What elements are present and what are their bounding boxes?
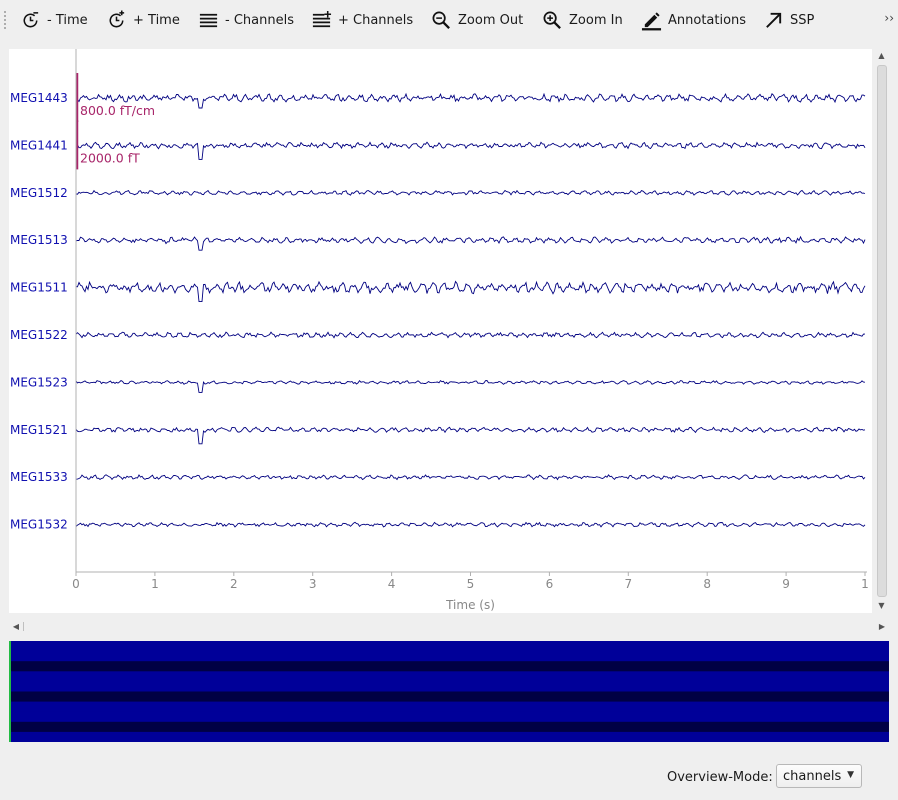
- channel-trace: [75, 521, 866, 528]
- overview-bar[interactable]: [9, 641, 889, 742]
- channels-plus-button[interactable]: + Channels: [311, 7, 413, 33]
- lines-minus-icon: [199, 13, 218, 27]
- toolbar: - Time + Time - Channels + Channels Zoom…: [0, 0, 898, 40]
- browse-plot[interactable]: MEG1443 MEG1441 MEG1512 MEG1513 MEG1511 MEG15…: [9, 49, 872, 613]
- overview-channel-band: [9, 641, 889, 652]
- x-tick-label: 7: [624, 577, 632, 591]
- zoom-in-icon: [543, 11, 561, 29]
- channel-label[interactable]: MEG1443: [10, 91, 68, 105]
- scalebar-layer: 800.0 fT/cm 2000.0 fT: [75, 73, 155, 170]
- zoom-out-icon: [432, 11, 450, 29]
- channel-label[interactable]: MEG1512: [10, 186, 68, 200]
- x-tick-label: 3: [309, 577, 317, 591]
- overview-mode-label: Overview-Mode:: [667, 770, 773, 785]
- zoom-in-button[interactable]: Zoom In: [542, 7, 623, 33]
- channel-label-layer: MEG1443 MEG1441 MEG1512 MEG1513 MEG1511 MEG15…: [10, 91, 68, 532]
- channel-trace: [75, 426, 866, 445]
- x-tick-label: 2: [230, 577, 238, 591]
- zoom-in-label: Zoom In: [569, 12, 623, 28]
- x-tick-label: 4: [388, 577, 396, 591]
- channels-plus-label: + Channels: [338, 12, 414, 28]
- vertical-scroll-handle[interactable]: [877, 65, 887, 597]
- overview-channel-band: [9, 661, 889, 672]
- x-tick-label: 9: [782, 577, 790, 591]
- channel-label[interactable]: MEG1521: [10, 423, 68, 437]
- overview-mode-select[interactable]: channels ▼: [776, 764, 862, 788]
- overview-channel-band: [9, 671, 889, 682]
- time-plus-label: + Time: [133, 12, 180, 28]
- channel-trace: [75, 474, 866, 481]
- channel-label[interactable]: MEG1532: [10, 518, 68, 532]
- browse-plot-canvas[interactable]: MEG1443 MEG1441 MEG1512 MEG1513 MEG1511 MEG15…: [9, 49, 872, 613]
- time-plus-button[interactable]: + Time: [106, 7, 180, 33]
- channel-trace: [75, 331, 865, 339]
- arrow-up-right-icon: [766, 12, 782, 28]
- annotations-button[interactable]: Annotations: [641, 7, 746, 33]
- trace-layer: [75, 92, 866, 528]
- x-tick-label: 8: [703, 577, 711, 591]
- ssp-button[interactable]: SSP: [763, 7, 814, 33]
- scroll-left-arrow[interactable]: ◀: [9, 620, 23, 634]
- overview-channel-band: [9, 691, 889, 703]
- channel-trace: [75, 379, 866, 393]
- lines-plus-icon: [312, 10, 332, 27]
- overview-bands: [9, 641, 889, 742]
- channel-label[interactable]: MEG1522: [10, 328, 68, 342]
- vertical-scrollbar[interactable]: ▲ ▼: [874, 49, 889, 614]
- overview-channel-band: [9, 731, 889, 742]
- x-tick-label: 6: [546, 577, 554, 591]
- channel-label[interactable]: MEG1511: [10, 281, 68, 295]
- horizontal-scroll-handle[interactable]: [23, 622, 874, 631]
- overview-channel-band: [9, 701, 889, 713]
- channel-label[interactable]: MEG1441: [10, 138, 68, 152]
- x-tick-label: 0: [72, 577, 80, 591]
- channel-trace: [75, 141, 866, 160]
- horizontal-scrollbar[interactable]: ◀ ▶: [9, 620, 889, 634]
- channel-trace: [75, 92, 866, 109]
- zoom-out-button[interactable]: Zoom Out: [431, 7, 523, 33]
- channels-minus-label: - Channels: [225, 12, 294, 28]
- overview-viewport-marker[interactable]: [9, 641, 11, 742]
- zoom-out-label: Zoom Out: [458, 12, 524, 28]
- toolbar-grip[interactable]: [3, 10, 7, 30]
- channels-minus-button[interactable]: - Channels: [198, 7, 294, 33]
- x-tick-label: 1: [861, 577, 869, 591]
- x-axis-label: Time (s): [445, 598, 495, 612]
- x-tick-label: 1: [151, 577, 159, 591]
- ssp-label: SSP: [790, 12, 815, 28]
- clock-minus-icon: [23, 11, 39, 27]
- channel-label[interactable]: MEG1523: [10, 375, 68, 389]
- time-minus-button[interactable]: - Time: [20, 7, 88, 33]
- scalebar-label: 2000.0 fT: [80, 150, 140, 165]
- scalebar-label: 800.0 fT/cm: [80, 103, 155, 118]
- scroll-down-arrow[interactable]: ▼: [874, 599, 889, 613]
- clock-plus-icon: [109, 9, 125, 27]
- channel-trace: [75, 189, 866, 196]
- channel-label[interactable]: MEG1533: [10, 470, 68, 484]
- overview-channel-band: [9, 681, 889, 692]
- overview-mode-value: channels: [783, 768, 842, 784]
- overview-channel-band: [9, 721, 889, 733]
- toolbar-overflow-button[interactable]: ››: [884, 11, 894, 25]
- annotations-label: Annotations: [668, 12, 747, 28]
- overview-channel-band: [9, 711, 889, 723]
- time-minus-label: - Time: [47, 12, 88, 28]
- overview-channel-band: [9, 651, 889, 662]
- scroll-right-arrow[interactable]: ▶: [875, 620, 889, 634]
- channel-trace: [75, 280, 866, 303]
- x-tick-label: 5: [467, 577, 475, 591]
- channel-label[interactable]: MEG1513: [10, 233, 68, 247]
- scroll-up-arrow[interactable]: ▲: [874, 49, 889, 63]
- pencil-icon: [641, 11, 662, 30]
- x-axis: 0 1 2 3 4 5 6 7 8 9 1 Time (s): [72, 49, 869, 612]
- chevron-down-icon: ▼: [847, 770, 854, 780]
- channel-trace: [75, 235, 866, 251]
